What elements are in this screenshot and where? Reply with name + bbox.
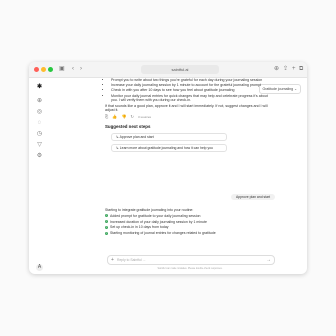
- chat-icon[interactable]: ◌: [36, 120, 43, 127]
- disclaimer: Saintful can make mistakes. Please doubl…: [157, 267, 223, 270]
- reply-intro: Starting to integrate gratitude journali…: [105, 208, 194, 212]
- assistant-reply: Starting to integrate gratitude journali…: [105, 208, 275, 235]
- message-composer[interactable]: + Reply to Saintful ... →: [107, 255, 275, 265]
- filter-icon[interactable]: ▽: [36, 142, 43, 149]
- suggestion-learn-button[interactable]: ↳ Learn more about gratitude journaling …: [111, 143, 227, 152]
- settings-icon[interactable]: ⚙: [36, 153, 43, 160]
- composer-placeholder[interactable]: Reply to Saintful ...: [117, 256, 145, 264]
- title-bar: ▣ ‹ › saintful.ai ⊕ ⇪ + ⧉: [29, 62, 307, 78]
- history-icon[interactable]: ◷: [36, 131, 43, 138]
- back-icon[interactable]: ‹: [72, 65, 74, 74]
- close-window-button[interactable]: [34, 67, 39, 72]
- thumbs-down-icon[interactable]: 👎: [121, 114, 126, 119]
- copy-icon[interactable]: ⎘: [105, 114, 108, 119]
- url-text: saintful.ai: [171, 67, 189, 72]
- check-icon: ✓: [105, 225, 108, 229]
- new-tab-icon[interactable]: +: [292, 65, 296, 74]
- reply-item-text: Starting monitoring of journal entries f…: [110, 231, 216, 236]
- user-message: Approve plan and start: [231, 194, 276, 200]
- maximize-window-button[interactable]: [48, 67, 53, 72]
- assistant-response: Prompt you to write about two things you…: [105, 78, 275, 152]
- reply-item: ✓ Increased duration of your daily journ…: [105, 220, 275, 224]
- plan-item: Check in with you after 10 days to see h…: [111, 88, 275, 93]
- reply-item-text: Increased duration of your daily journal…: [110, 219, 207, 224]
- profile-avatar[interactable]: A: [36, 264, 43, 271]
- sidebar: ✱ ⊕ ◎ ◌ ◷ ▽ ⚙ A: [29, 78, 51, 274]
- check-icon: ✓: [105, 214, 108, 218]
- chat-main: Gratitude journaling ⌄ Prompt you to wri…: [51, 78, 307, 274]
- tabs-icon[interactable]: ⧉: [299, 65, 303, 74]
- plan-item: Prompt you to write about two things you…: [111, 78, 275, 83]
- plan-list: Prompt you to write about two things you…: [105, 78, 275, 103]
- logo-icon: ✱: [36, 84, 43, 90]
- user-message-text: Approve plan and start: [236, 195, 271, 199]
- browser-window: ▣ ‹ › saintful.ai ⊕ ⇪ + ⧉ ✱ ⊕ ◎ ◌ ◷ ▽ ⚙ …: [29, 62, 307, 274]
- sources-label[interactable]: 3 sources: [138, 115, 151, 119]
- suggestions-title: Suggested next steps: [105, 123, 151, 129]
- check-icon: ✓: [105, 220, 108, 224]
- reply-item-text: Set up check-in in 10 days from today: [110, 225, 169, 230]
- suggestion-approve-button[interactable]: ↳ Approve plan and start: [111, 132, 227, 141]
- reply-item: ✓ Starting monitoring of journal entries…: [105, 231, 275, 235]
- minimize-window-button[interactable]: [41, 67, 46, 72]
- reply-item: ✓ Added prompt for gratitude to your dai…: [105, 214, 275, 218]
- chevron-down-icon: ⌄: [294, 87, 297, 91]
- send-icon[interactable]: →: [266, 257, 271, 263]
- reply-item-text: Added prompt for gratitude to your daily…: [110, 213, 201, 218]
- check-icon: ✓: [105, 231, 108, 235]
- reply-item: ✓ Set up check-in in 10 days from today: [105, 225, 275, 229]
- address-bar[interactable]: saintful.ai: [141, 65, 219, 74]
- closing-text: If that sounds like a good plan, approve…: [105, 103, 268, 113]
- new-chat-icon[interactable]: ⊕: [36, 98, 43, 105]
- suggestion-label: Approve plan and start: [119, 134, 154, 139]
- share-icon[interactable]: ⇪: [283, 65, 288, 74]
- attach-icon[interactable]: +: [111, 257, 114, 263]
- thumbs-up-icon[interactable]: 👍: [112, 114, 117, 119]
- suggestion-label: Learn more about gratitude journaling an…: [119, 145, 213, 150]
- retry-icon[interactable]: ↻: [131, 114, 134, 119]
- sidebar-toggle-icon[interactable]: ▣: [59, 65, 65, 74]
- response-actions: ⎘ 👍 👎 ↻ 3 sources: [105, 114, 275, 121]
- plan-item: Monitor your daily journal entries for q…: [111, 94, 275, 103]
- search-icon[interactable]: ◎: [36, 109, 43, 116]
- plan-item: Increase your daily journaling session b…: [111, 83, 275, 88]
- forward-icon[interactable]: ›: [80, 65, 82, 74]
- download-icon[interactable]: ⊕: [274, 65, 279, 74]
